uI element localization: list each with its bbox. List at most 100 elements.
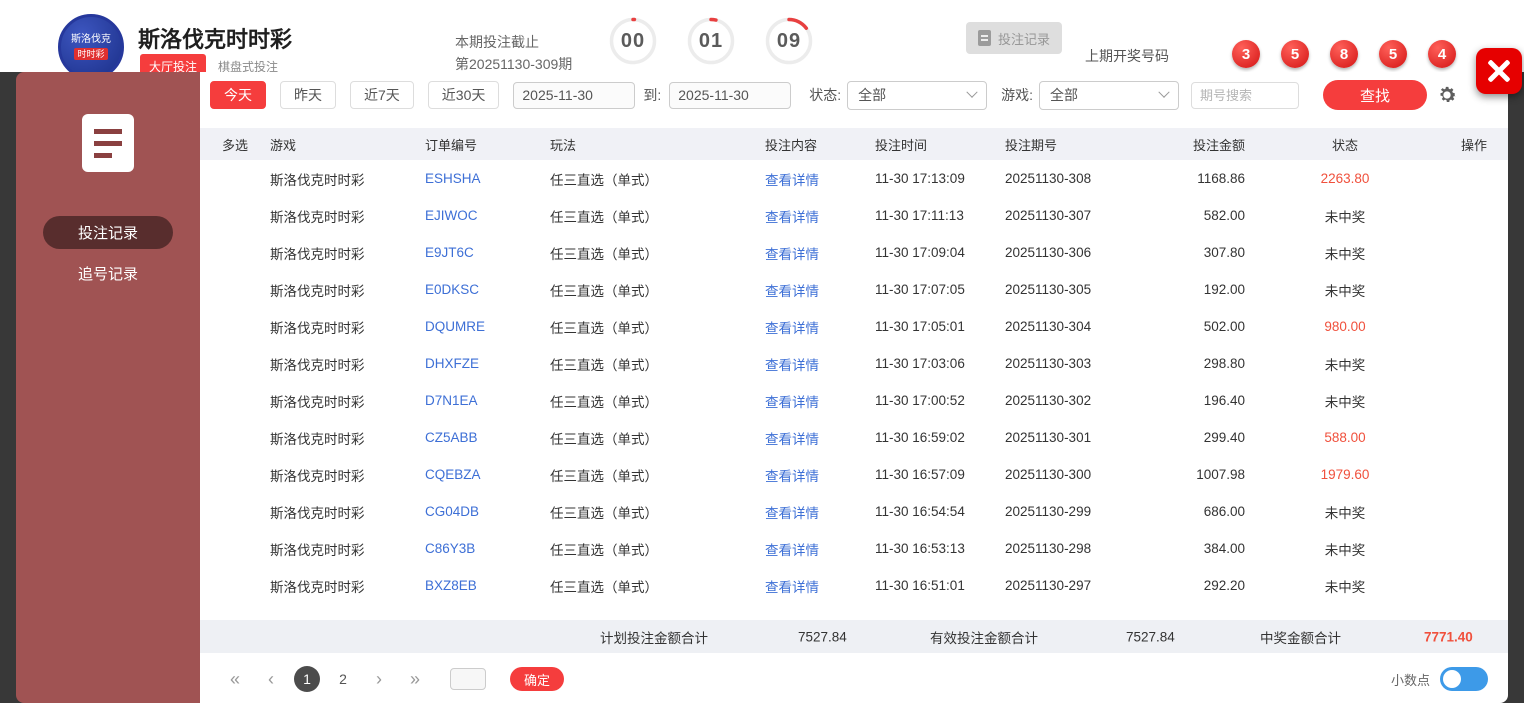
row-view-details-link[interactable]: 查看详情	[760, 539, 870, 559]
date-to-input[interactable]	[669, 81, 792, 109]
game-select-value: 全部	[1050, 87, 1079, 103]
page-header: 斯洛伐克 时时彩 斯洛伐克时时彩 大厅投注 棋盘式投注 本期投注截止 第2025…	[0, 0, 1524, 80]
table-row: 斯洛伐克时时彩 E9JT6C 任三直选（单式） 查看详情 11-30 17:09…	[200, 234, 1508, 271]
game-filter-label: 游戏:	[1001, 87, 1034, 103]
lottery-ball: 4	[1428, 40, 1456, 68]
confirm-page-button[interactable]: 确定	[510, 667, 564, 691]
page-button-2[interactable]: 2	[330, 666, 356, 692]
date-from-input[interactable]	[513, 81, 636, 109]
row-order-link[interactable]: ESHSHA	[425, 171, 545, 186]
row-amount: 1168.86	[1197, 171, 1245, 186]
deadline-period: 第20251130-309期	[455, 56, 573, 72]
decimal-toggle-group: 小数点	[1391, 667, 1488, 691]
win-total-label: 中奖金额合计	[1260, 630, 1341, 646]
row-order-link[interactable]: E0DKSC	[425, 282, 545, 297]
logo-text-line1: 斯洛伐克	[71, 34, 111, 45]
row-order-link[interactable]: DQUMRE	[425, 319, 545, 334]
betting-records-modal: 投注记录 追号记录 今天 昨天 近7天 近30天 到: 状态: 全部 游戏: 全…	[16, 72, 1508, 703]
row-view-details-link[interactable]: 查看详情	[760, 169, 870, 189]
column-header-period: 投注期号	[1005, 137, 1058, 153]
row-order-link[interactable]: BXZ8EB	[425, 578, 545, 593]
row-view-details-link[interactable]: 查看详情	[760, 576, 870, 596]
row-view-details-link[interactable]: 查看详情	[760, 243, 870, 263]
row-game: 斯洛伐克时时彩	[270, 394, 365, 410]
row-amount: 307.80	[1203, 245, 1245, 260]
column-header-status: 状态	[1331, 137, 1358, 153]
row-status: 未中奖	[1324, 246, 1366, 262]
row-game: 斯洛伐克时时彩	[270, 542, 365, 558]
status-select[interactable]: 全部	[847, 80, 988, 110]
row-view-details-link[interactable]: 查看详情	[760, 280, 870, 300]
column-header-operation: 操作	[1460, 137, 1487, 153]
close-modal-button[interactable]	[1476, 48, 1522, 94]
row-view-details-link[interactable]: 查看详情	[760, 354, 870, 374]
first-page-button[interactable]: «	[222, 669, 248, 690]
records-doc-icon	[82, 114, 134, 172]
row-amount: 192.00	[1203, 282, 1245, 297]
row-time: 11-30 17:13:09	[875, 171, 965, 186]
quick-filter-7days[interactable]: 近7天	[350, 81, 414, 109]
betting-records-button[interactable]: 投注记录	[966, 22, 1063, 54]
row-status: 588.00	[1324, 430, 1366, 445]
row-order-link[interactable]: D7N1EA	[425, 393, 545, 408]
countdown-timer: 00 01 09	[608, 16, 814, 66]
game-select[interactable]: 全部	[1039, 80, 1180, 110]
row-play: 任三直选（单式）	[550, 320, 658, 336]
row-game: 斯洛伐克时时彩	[270, 505, 365, 521]
row-play: 任三直选（单式）	[550, 246, 658, 262]
countdown-seconds: 09	[776, 29, 802, 52]
row-game: 斯洛伐克时时彩	[270, 357, 365, 373]
row-view-details-link[interactable]: 查看详情	[760, 206, 870, 226]
row-view-details-link[interactable]: 查看详情	[760, 502, 870, 522]
column-header-time: 投注时间	[875, 137, 928, 153]
row-view-details-link[interactable]: 查看详情	[760, 317, 870, 337]
table-row: 斯洛伐克时时彩 ESHSHA 任三直选（单式） 查看详情 11-30 17:13…	[200, 160, 1508, 197]
row-view-details-link[interactable]: 查看详情	[760, 428, 870, 448]
row-order-link[interactable]: CZ5ABB	[425, 430, 545, 445]
row-status: 未中奖	[1324, 505, 1366, 521]
decimal-point-label: 小数点	[1390, 672, 1430, 688]
row-order-link[interactable]: EJIWOC	[425, 208, 545, 223]
sidebar-item-chase-records[interactable]: 追号记录	[43, 257, 173, 290]
quick-filter-30days[interactable]: 近30天	[427, 81, 500, 109]
row-play: 任三直选（单式）	[550, 394, 658, 410]
row-play: 任三直选（单式）	[550, 431, 658, 447]
quick-filter-today[interactable]: 今天	[210, 81, 266, 109]
page-title: 斯洛伐克时时彩	[138, 27, 293, 52]
search-button[interactable]: 查找	[1323, 80, 1428, 110]
row-amount: 292.20	[1203, 578, 1245, 593]
modal-content: 今天 昨天 近7天 近30天 到: 状态: 全部 游戏: 全部 查找	[200, 72, 1508, 703]
row-order-link[interactable]: DHXFZE	[425, 356, 545, 371]
row-order-link[interactable]: CG04DB	[425, 504, 545, 519]
page-jump-input[interactable]	[450, 668, 486, 690]
countdown-minutes-circle: 01	[686, 16, 736, 66]
row-status: 未中奖	[1324, 209, 1366, 225]
decimal-toggle[interactable]	[1440, 667, 1488, 691]
sidebar-item-label: 投注记录	[77, 225, 138, 242]
row-view-details-link[interactable]: 查看详情	[760, 465, 870, 485]
next-page-button[interactable]: ›	[366, 669, 392, 690]
gear-icon[interactable]	[1436, 84, 1458, 109]
row-period: 20251130-297	[1005, 578, 1092, 593]
row-order-link[interactable]: CQEBZA	[425, 467, 545, 482]
sidebar-item-betting-records[interactable]: 投注记录	[43, 216, 173, 249]
row-amount: 582.00	[1203, 208, 1245, 223]
row-time: 11-30 16:53:13	[875, 541, 965, 556]
countdown-hours-circle: 00	[608, 16, 658, 66]
row-time: 11-30 17:11:13	[875, 208, 964, 223]
row-game: 斯洛伐克时时彩	[270, 579, 365, 595]
row-game: 斯洛伐克时时彩	[270, 172, 365, 188]
lottery-ball: 3	[1232, 40, 1260, 68]
quick-filter-yesterday[interactable]: 昨天	[280, 81, 336, 109]
period-search-input[interactable]	[1191, 81, 1300, 109]
last-page-button[interactable]: »	[402, 669, 428, 690]
row-game: 斯洛伐克时时彩	[270, 468, 365, 484]
row-amount: 299.40	[1203, 430, 1245, 445]
prev-page-button[interactable]: ‹	[258, 669, 284, 690]
row-view-details-link[interactable]: 查看详情	[760, 391, 870, 411]
row-play: 任三直选（单式）	[550, 542, 658, 558]
row-order-link[interactable]: C86Y3B	[425, 541, 545, 556]
table-row: 斯洛伐克时时彩 C86Y3B 任三直选（单式） 查看详情 11-30 16:53…	[200, 530, 1508, 567]
page-button-1[interactable]: 1	[294, 666, 320, 692]
row-order-link[interactable]: E9JT6C	[425, 245, 545, 260]
